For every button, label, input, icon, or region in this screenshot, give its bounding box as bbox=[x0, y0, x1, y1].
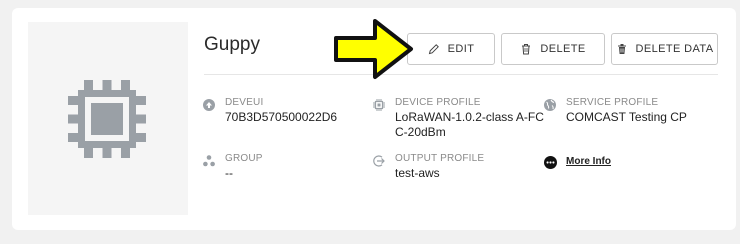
service-profile-label: SERVICE PROFILE bbox=[566, 97, 659, 108]
device-thumbnail bbox=[28, 22, 188, 215]
group-label: GROUP bbox=[225, 153, 263, 164]
device-profile-label: DEVICE PROFILE bbox=[395, 97, 481, 108]
annotation-arrow bbox=[334, 19, 413, 79]
device-name: Guppy bbox=[204, 34, 260, 55]
globe-icon bbox=[544, 99, 556, 111]
trash-icon bbox=[522, 44, 531, 55]
arrow-up-circle-icon bbox=[203, 99, 215, 111]
edit-label: EDIT bbox=[447, 43, 475, 55]
output-profile-label: OUTPUT PROFILE bbox=[395, 153, 485, 164]
delete-button[interactable]: DELETE bbox=[501, 33, 605, 65]
divider bbox=[204, 74, 718, 75]
delete-data-label: DELETE DATA bbox=[635, 43, 714, 55]
device-profile-value: LoRaWAN-1.0.2-class A-FC C-20dBm bbox=[395, 110, 544, 139]
chip-small-icon bbox=[373, 99, 385, 111]
chip-icon bbox=[68, 80, 146, 158]
deveui-value: 70B3D570500022D6 bbox=[225, 110, 338, 124]
delete-label: DELETE bbox=[540, 43, 586, 55]
ellipsis-circle-icon bbox=[544, 156, 557, 169]
service-profile-value: COMCAST Testing CP bbox=[566, 110, 687, 124]
delete-data-button[interactable]: DELETE DATA bbox=[611, 33, 718, 65]
more-info-link[interactable]: More Info bbox=[566, 156, 611, 167]
edit-button[interactable]: EDIT bbox=[407, 33, 495, 65]
pencil-icon bbox=[428, 44, 439, 55]
deveui-label: DEVEUI bbox=[225, 97, 264, 108]
group-value: -- bbox=[225, 166, 233, 180]
group-nodes-icon bbox=[203, 155, 215, 167]
output-arrow-icon bbox=[373, 155, 385, 167]
trash-filled-icon bbox=[617, 44, 626, 54]
